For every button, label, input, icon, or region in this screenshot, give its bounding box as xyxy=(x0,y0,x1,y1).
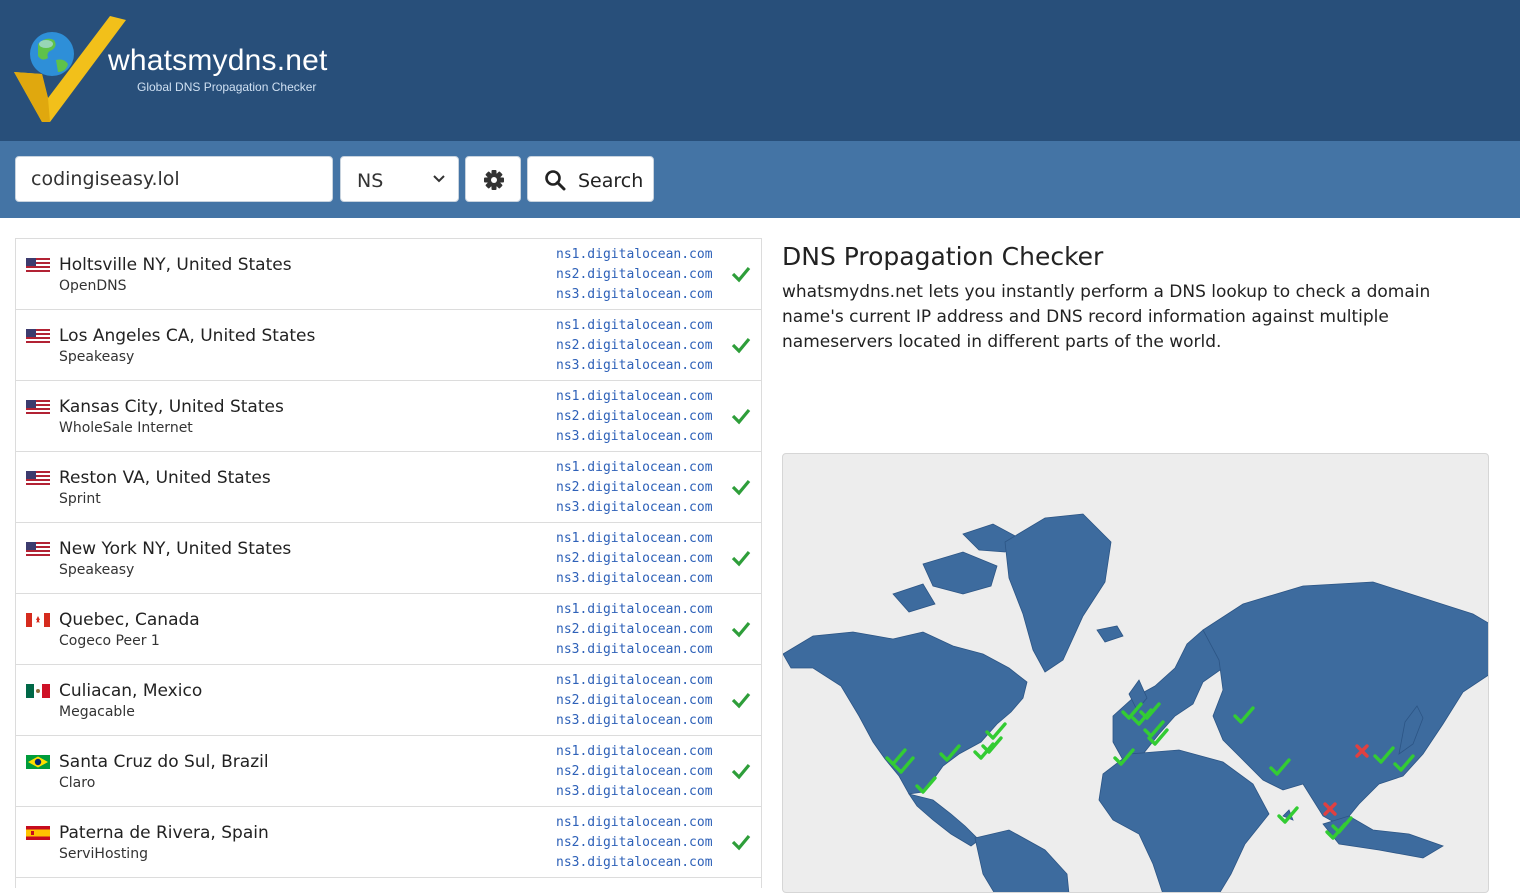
check-icon xyxy=(731,550,751,567)
result-location: Culiacan, Mexico xyxy=(59,681,203,701)
us-flag-icon xyxy=(26,329,50,343)
result-ns-value: ns2.digitalocean.com xyxy=(556,409,713,424)
site-header: whatsmydns.net Global DNS Propagation Ch… xyxy=(0,0,1520,141)
result-ns-value: ns1.digitalocean.com xyxy=(556,389,713,404)
record-type-select[interactable]: NS xyxy=(340,156,459,202)
world-map-svg xyxy=(783,513,1488,892)
result-location: Holtsville NY, United States xyxy=(59,255,292,275)
result-provider: Claro xyxy=(59,775,96,791)
search-button-label: Search xyxy=(578,170,644,192)
check-icon xyxy=(731,834,751,851)
result-location: Santa Cruz do Sul, Brazil xyxy=(59,752,269,772)
page-description: whatsmydns.net lets you instantly perfor… xyxy=(782,282,1431,352)
world-map[interactable] xyxy=(782,453,1489,893)
result-location: Los Angeles CA, United States xyxy=(59,326,316,346)
gear-icon xyxy=(484,170,504,190)
result-ns-value: ns3.digitalocean.com xyxy=(556,429,713,444)
result-row[interactable]: Reston VA, United States Sprint ns1.digi… xyxy=(16,452,761,523)
result-ns-value: ns1.digitalocean.com xyxy=(556,673,713,688)
es-flag-icon xyxy=(26,826,50,840)
result-location: Quebec, Canada xyxy=(59,610,200,630)
result-ns-value: ns3.digitalocean.com xyxy=(556,571,713,586)
result-provider: Speakeasy xyxy=(59,349,135,365)
page-title: DNS Propagation Checker xyxy=(782,242,1104,271)
result-ns-value: ns1.digitalocean.com xyxy=(556,460,713,475)
check-icon xyxy=(731,337,751,354)
mx-flag-icon xyxy=(26,684,50,698)
search-icon xyxy=(545,170,566,191)
result-provider: Cogeco Peer 1 xyxy=(59,633,160,649)
settings-button[interactable] xyxy=(465,156,521,202)
result-ns-value: ns2.digitalocean.com xyxy=(556,693,713,708)
result-row[interactable]: Holtsville NY, United States OpenDNS ns1… xyxy=(16,239,761,310)
check-icon xyxy=(731,479,751,496)
result-ns-value: ns1.digitalocean.com xyxy=(556,602,713,617)
result-ns-value: ns3.digitalocean.com xyxy=(556,855,713,870)
result-ns-value: ns1.digitalocean.com xyxy=(556,318,713,333)
result-ns-value: ns2.digitalocean.com xyxy=(556,338,713,353)
check-icon xyxy=(731,763,751,780)
br-flag-icon xyxy=(26,755,50,769)
result-provider: Megacable xyxy=(59,704,135,720)
result-ns-value: ns2.digitalocean.com xyxy=(556,480,713,495)
brand-name[interactable]: whatsmydns.net xyxy=(108,44,328,78)
result-ns-value: ns1.digitalocean.com xyxy=(556,247,713,262)
brand-tagline: Global DNS Propagation Checker xyxy=(137,80,317,94)
result-provider: Sprint xyxy=(59,491,101,507)
domain-input[interactable] xyxy=(15,156,333,202)
result-ns-value: ns3.digitalocean.com xyxy=(556,713,713,728)
result-location: Reston VA, United States xyxy=(59,468,271,488)
result-provider: ServiHosting xyxy=(59,846,148,862)
result-ns-value: ns3.digitalocean.com xyxy=(556,358,713,373)
result-ns-value: ns3.digitalocean.com xyxy=(556,642,713,657)
ca-flag-icon xyxy=(26,613,50,627)
result-row[interactable]: Quebec, Canada Cogeco Peer 1 ns1.digital… xyxy=(16,594,761,665)
result-row[interactable]: Los Angeles CA, United States Speakeasy … xyxy=(16,310,761,381)
result-row[interactable]: Kansas City, United States WholeSale Int… xyxy=(16,381,761,452)
result-ns-value: ns2.digitalocean.com xyxy=(556,835,713,850)
us-flag-icon xyxy=(26,258,50,272)
result-location: Paterna de Rivera, Spain xyxy=(59,823,269,843)
result-ns-value: ns2.digitalocean.com xyxy=(556,551,713,566)
us-flag-icon xyxy=(26,400,50,414)
result-row[interactable]: Paterna de Rivera, Spain ServiHosting ns… xyxy=(16,807,761,878)
search-button[interactable]: Search xyxy=(527,156,654,202)
us-flag-icon xyxy=(26,542,50,556)
result-ns-value: ns1.digitalocean.com xyxy=(556,531,713,546)
result-row[interactable]: Santa Cruz do Sul, Brazil Claro ns1.digi… xyxy=(16,736,761,807)
results-list: Holtsville NY, United States OpenDNS ns1… xyxy=(15,238,762,888)
result-ns-value: ns1.digitalocean.com xyxy=(556,744,713,759)
result-ns-value: ns3.digitalocean.com xyxy=(556,500,713,515)
result-row[interactable]: New York NY, United States Speakeasy ns1… xyxy=(16,523,761,594)
check-icon xyxy=(731,266,751,283)
result-ns-value: ns2.digitalocean.com xyxy=(556,764,713,779)
result-provider: Speakeasy xyxy=(59,562,135,578)
result-ns-value: ns1.digitalocean.com xyxy=(556,815,713,830)
result-provider: WholeSale Internet xyxy=(59,420,193,436)
result-row[interactable]: Culiacan, Mexico Megacable ns1.digitaloc… xyxy=(16,665,761,736)
chevron-down-icon xyxy=(433,175,445,183)
check-icon xyxy=(731,621,751,638)
result-location: Kansas City, United States xyxy=(59,397,284,417)
result-ns-value: ns2.digitalocean.com xyxy=(556,267,713,282)
check-icon xyxy=(731,408,751,425)
us-flag-icon xyxy=(26,471,50,485)
result-ns-value: ns3.digitalocean.com xyxy=(556,784,713,799)
result-provider: OpenDNS xyxy=(59,278,127,294)
record-type-value: NS xyxy=(357,170,384,192)
result-ns-value: ns2.digitalocean.com xyxy=(556,622,713,637)
result-ns-value: ns3.digitalocean.com xyxy=(556,287,713,302)
check-icon xyxy=(731,692,751,709)
result-location: New York NY, United States xyxy=(59,539,292,559)
